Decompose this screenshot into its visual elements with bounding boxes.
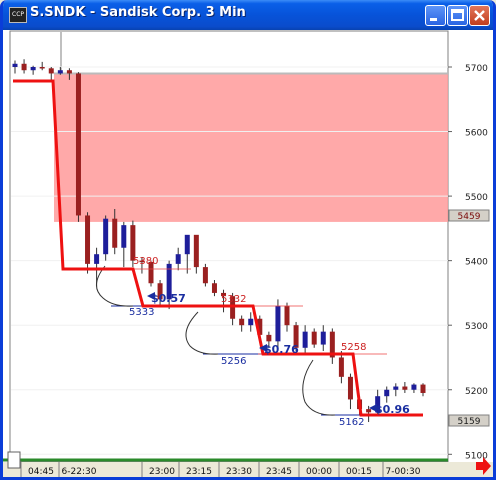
time-tick-label: 23:15 (186, 467, 212, 477)
minimize-button[interactable] (425, 5, 446, 26)
time-tick-label: 04:45 (28, 467, 54, 477)
candle-body (85, 215, 91, 264)
profit-marker: $0.76 (259, 343, 299, 356)
close-button[interactable] (469, 5, 490, 26)
candle-body (21, 63, 27, 71)
candle-body (193, 234, 199, 268)
level-label: 5256 (221, 356, 246, 367)
candle-body (57, 70, 63, 74)
svg-text:5159: 5159 (458, 417, 481, 427)
chart-area[interactable]: 5380 5333 5332 5256 5258 5162 $0.57 $0.7… (3, 30, 493, 480)
maximize-button[interactable] (447, 5, 468, 26)
price-tick-label: 5300 (465, 322, 488, 332)
scroll-box[interactable] (7, 451, 21, 469)
candle-body (202, 267, 208, 284)
time-tick-label: 6-22:30 (62, 467, 97, 477)
candle-body (402, 386, 408, 390)
profit-label: $0.96 (375, 403, 410, 416)
candle-body (320, 331, 326, 345)
candle-body (211, 283, 217, 293)
close-icon (474, 10, 485, 21)
profit-label: $0.76 (264, 343, 299, 356)
candle-body (266, 334, 272, 342)
candle-body (184, 234, 190, 255)
profit-marker: $0.57 (147, 292, 186, 305)
time-tick-label: 23:45 (266, 467, 292, 477)
time-tick-label: 23:00 (149, 467, 175, 477)
price-chart[interactable]: 5380 5333 5332 5256 5258 5162 $0.57 $0.7… (3, 30, 493, 480)
resistance-zone (54, 73, 448, 222)
maximize-icon (451, 9, 464, 21)
candle-body (411, 384, 417, 390)
title-bar[interactable]: CCP S.SNDK - Sandisk Corp. 3 Min (3, 0, 493, 30)
candle-body (39, 67, 45, 69)
candle-body (311, 331, 317, 345)
profit-marker: $0.96 (369, 403, 410, 416)
level-label: 5380 (133, 256, 158, 267)
level-label: 5333 (129, 307, 154, 318)
candle-body (94, 254, 100, 264)
candle-body (112, 218, 118, 248)
price-axis: 5700560055005400530052005100 (448, 64, 488, 461)
candle-body (175, 254, 181, 264)
time-tick-label: 23:30 (226, 467, 252, 477)
price-tick-label: 5200 (465, 387, 488, 397)
time-tick-label: 00:00 (306, 467, 332, 477)
candle-body (75, 73, 81, 216)
price-flag: 5159 (448, 414, 490, 427)
chart-window: CCP S.SNDK - Sandisk Corp. 3 Min 5380 53… (0, 0, 496, 480)
app-icon[interactable]: CCP (9, 7, 27, 23)
candle-body (66, 70, 72, 74)
candle-body (48, 68, 54, 74)
candle-body (366, 409, 372, 413)
level-label: 5162 (339, 417, 364, 428)
level-label: 5332 (221, 294, 246, 305)
candle-body (12, 63, 18, 67)
candle-body (103, 218, 109, 255)
candle-body (275, 305, 281, 342)
profit-label: $0.57 (151, 292, 186, 305)
candle-body (30, 67, 36, 71)
window-title: S.SNDK - Sandisk Corp. 3 Min (30, 5, 246, 20)
price-tick-label: 5700 (465, 64, 488, 74)
price-tick-label: 5600 (465, 129, 488, 139)
minimize-icon (430, 18, 437, 21)
candle-body (384, 389, 390, 397)
candle-body (284, 305, 290, 326)
time-tick-label: 00:15 (346, 467, 372, 477)
price-tick-label: 5400 (465, 258, 488, 268)
candle-body (248, 318, 254, 326)
candle-body (420, 384, 426, 393)
price-tick-label: 5500 (465, 193, 488, 203)
candle-body (121, 225, 127, 248)
candle-body (338, 357, 344, 377)
price-flag: 5459 (448, 209, 490, 222)
level-label: 5258 (341, 342, 366, 353)
candle-body (239, 318, 245, 326)
time-tick-label: 7-00:30 (386, 467, 421, 477)
svg-text:5459: 5459 (458, 212, 481, 222)
candle-body (302, 331, 308, 348)
candle-body (393, 386, 399, 390)
candle-body (347, 376, 353, 400)
